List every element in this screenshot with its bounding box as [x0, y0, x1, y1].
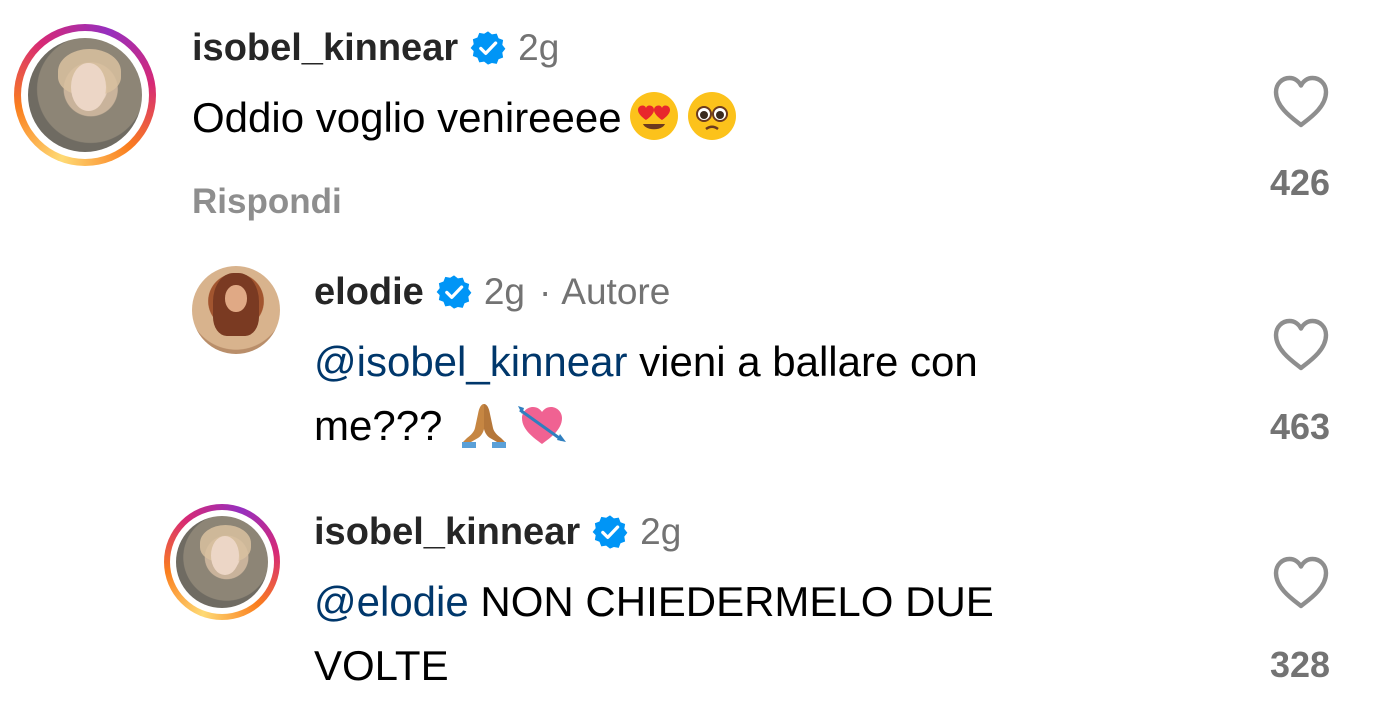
comment-text: @isobel_kinnear vieni a ballare con me??…: [314, 330, 1144, 458]
pleading-face-emoji: [687, 92, 736, 140]
like-count: 426: [1269, 162, 1331, 203]
comment-body: NON CHIEDERMELO DUE: [468, 578, 994, 625]
mention-link[interactable]: @isobel_kinnear: [314, 338, 627, 385]
verified-badge-icon: [592, 514, 628, 550]
reply-button[interactable]: Rispondi: [192, 182, 342, 222]
avatar[interactable]: [192, 266, 280, 354]
username[interactable]: isobel_kinnear: [314, 511, 580, 554]
comment-body: vieni a ballare con: [627, 338, 978, 385]
comment-text: Oddio voglio venireeee: [192, 86, 1022, 150]
mention-link[interactable]: @elodie: [314, 578, 469, 625]
folded-hands-emoji: [462, 404, 507, 448]
like-heart-icon[interactable]: [1272, 318, 1330, 372]
separator-dot: ·: [538, 271, 552, 312]
like-heart-icon[interactable]: [1272, 556, 1330, 610]
timestamp: 2g: [483, 271, 525, 312]
verified-badge-icon: [436, 274, 472, 310]
username[interactable]: elodie: [314, 271, 424, 314]
like-count: 463: [1269, 406, 1331, 447]
timestamp: 2g: [640, 511, 682, 552]
comment-body-line2: VOLTE: [314, 642, 449, 689]
comment-text: @elodie NON CHIEDERMELO DUE VOLTE: [314, 570, 1144, 698]
comment-body-line2: me???: [314, 402, 443, 449]
heart-with-arrow-emoji: [518, 406, 567, 444]
verified-badge-icon: [470, 30, 506, 66]
author-badge: Autore: [561, 271, 671, 312]
avatar[interactable]: [164, 504, 280, 620]
avatar[interactable]: [14, 24, 156, 166]
username[interactable]: isobel_kinnear: [192, 27, 458, 70]
comment-body: Oddio voglio venireeee: [192, 94, 622, 141]
timestamp: 2g: [518, 27, 560, 68]
like-count: 328: [1269, 644, 1331, 685]
heart-eyes-emoji: [629, 92, 678, 140]
like-heart-icon[interactable]: [1272, 75, 1330, 129]
